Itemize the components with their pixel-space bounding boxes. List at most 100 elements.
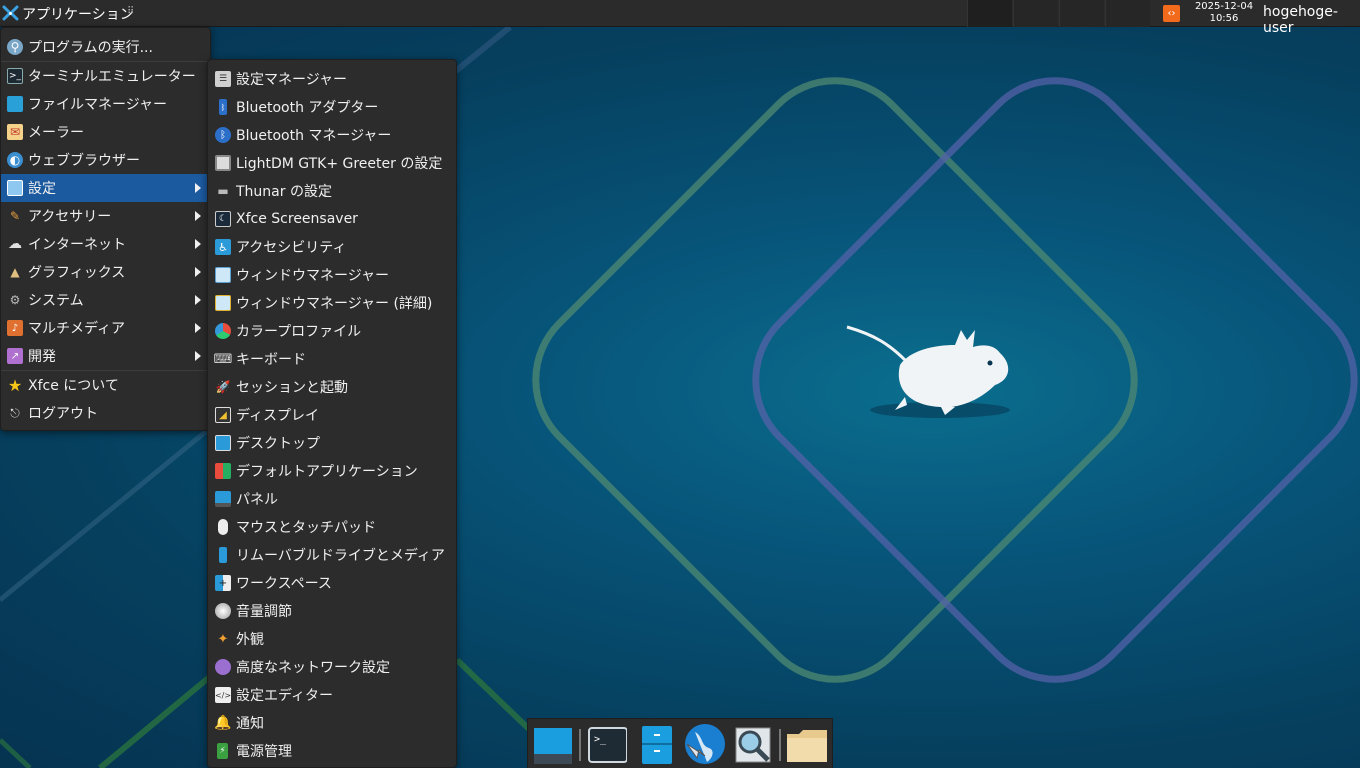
workspace-1[interactable]: [967, 0, 1012, 27]
submenu-item-label: Thunar の設定: [236, 184, 332, 200]
settings-manager-icon: ☰: [215, 71, 231, 87]
color-profile-icon: [215, 323, 231, 339]
submenu-item-settings-editor[interactable]: </> 設定エディター: [208, 681, 456, 709]
workspace-3[interactable]: [1059, 0, 1104, 27]
submenu-item-settings-manager[interactable]: ☰ 設定マネージャー: [208, 65, 456, 93]
menu-item-label: アクセサリー: [28, 209, 112, 225]
user-name[interactable]: hogehoge-user: [1263, 4, 1360, 36]
applications-menu-button[interactable]: アプリケーション: [0, 0, 134, 27]
menu-item-logout[interactable]: ⎋ ログアウト: [1, 399, 210, 427]
menu-item-system[interactable]: ⚙ システム: [1, 286, 210, 314]
menu-item-label: ウェブブラウザー: [28, 153, 140, 169]
submenu-item-bluetooth-manager[interactable]: ᛒ Bluetooth マネージャー: [208, 121, 456, 149]
submenu-item-label: セッションと起動: [236, 380, 348, 396]
submenu-item-window-manager[interactable]: ウィンドウマネージャー: [208, 261, 456, 289]
notification-plugin-icon[interactable]: ‹›: [1163, 5, 1180, 22]
submenu-item-display[interactable]: ◢ ディスプレイ: [208, 401, 456, 429]
file-manager-icon: [642, 726, 672, 764]
submenu-item-screensaver[interactable]: ☾ Xfce Screensaver: [208, 205, 456, 233]
submenu-item-power-manager[interactable]: ⚡ 電源管理: [208, 737, 456, 765]
submenu-item-appearance[interactable]: ✦ 外観: [208, 625, 456, 653]
clock[interactable]: 2025-12-04 10:56: [1190, 1, 1258, 25]
submenu-item-label: Bluetooth アダプター: [236, 100, 379, 116]
run-program-icon: ⚲: [7, 39, 23, 55]
accessibility-icon: ♿: [215, 239, 231, 255]
submenu-arrow-icon: [195, 267, 201, 277]
submenu-item-desktop[interactable]: デスクトップ: [208, 429, 456, 457]
bluetooth-icon: ᛒ: [215, 127, 231, 143]
top-panel: アプリケーション ⠿ ‹› 2025-12-04 10:56 hogehoge-…: [0, 0, 1360, 36]
submenu-item-accessibility[interactable]: ♿ アクセシビリティ: [208, 233, 456, 261]
menu-item-development[interactable]: ↗ 開発: [1, 342, 210, 370]
panel-handle-icon[interactable]: ⠿: [127, 6, 134, 20]
menu-item-label: 開発: [28, 349, 56, 365]
menu-item-settings[interactable]: 設定: [1, 174, 210, 202]
submenu-item-notifications[interactable]: 🔔 通知: [208, 709, 456, 737]
menu-item-mail[interactable]: ✉ メーラー: [1, 118, 210, 146]
dock-terminal[interactable]: >_: [585, 723, 629, 765]
notification-bell-icon: 🔔: [214, 715, 232, 731]
show-desktop-icon: [534, 728, 572, 764]
dock-show-desktop[interactable]: [530, 723, 574, 765]
menu-item-label: システム: [28, 293, 84, 309]
star-icon: ★: [7, 375, 23, 395]
menu-item-graphics[interactable]: ▲ グラフィックス: [1, 258, 210, 286]
submenu-item-label: パネル: [236, 492, 278, 508]
internet-icon: ☁: [8, 236, 22, 252]
dock-folder[interactable]: [785, 723, 829, 765]
dock-web-browser[interactable]: [681, 723, 725, 765]
submenu-item-bluetooth-adapter[interactable]: ᛒ Bluetooth アダプター: [208, 93, 456, 121]
menu-item-label: インターネット: [28, 237, 126, 253]
menu-item-terminal[interactable]: >_ ターミナルエミュレーター: [1, 62, 210, 90]
submenu-item-network[interactable]: 高度なネットワーク設定: [208, 653, 456, 681]
submenu-item-default-apps[interactable]: デフォルトアプリケーション: [208, 457, 456, 485]
menu-item-run-program[interactable]: ⚲ プログラムの実行...: [1, 33, 210, 61]
xfce-logo-icon: [2, 5, 19, 21]
clock-date: 2025-12-04: [1194, 1, 1254, 12]
submenu-item-session-startup[interactable]: 🚀 セッションと起動: [208, 373, 456, 401]
submenu-item-mouse-touchpad[interactable]: マウスとタッチパッド: [208, 513, 456, 541]
menu-item-accessories[interactable]: ✎ アクセサリー: [1, 202, 210, 230]
submenu-item-volume[interactable]: 音量調節: [208, 597, 456, 625]
submenu-item-label: デスクトップ: [236, 436, 320, 452]
mail-icon: ✉: [7, 124, 23, 140]
menu-item-internet[interactable]: ☁ インターネット: [1, 230, 210, 258]
development-icon: ↗: [7, 348, 23, 364]
settings-editor-icon: </>: [215, 687, 231, 703]
menu-item-label: Xfce について: [28, 378, 119, 394]
submenu-item-panel[interactable]: パネル: [208, 485, 456, 513]
folder-icon: [787, 730, 827, 762]
submenu-item-keyboard[interactable]: ⌨ キーボード: [208, 345, 456, 373]
workspace-4[interactable]: [1105, 0, 1150, 27]
menu-item-about-xfce[interactable]: ★ Xfce について: [1, 371, 210, 399]
dock-app-finder[interactable]: [730, 723, 774, 765]
session-startup-icon: 🚀: [215, 380, 231, 394]
dock-file-manager[interactable]: [634, 723, 678, 765]
svg-text:>_: >_: [594, 734, 607, 745]
display-icon: ◢: [215, 407, 231, 423]
workspace-2[interactable]: [1013, 0, 1058, 27]
submenu-arrow-icon: [195, 323, 201, 333]
submenu-item-label: 設定マネージャー: [236, 72, 348, 88]
submenu-item-label: Bluetooth マネージャー: [236, 128, 392, 144]
menu-item-file-manager[interactable]: ファイルマネージャー: [1, 90, 210, 118]
submenu-item-workspaces[interactable]: + ワークスペース: [208, 569, 456, 597]
submenu-item-label: 通知: [236, 716, 264, 732]
menu-item-web-browser[interactable]: ◐ ウェブブラウザー: [1, 146, 210, 174]
logout-icon: ⎋: [10, 405, 20, 420]
submenu-item-label: ウィンドウマネージャー: [236, 268, 390, 284]
file-manager-icon: [7, 96, 23, 112]
removable-drive-icon: [219, 547, 227, 563]
power-manager-icon: ⚡: [217, 743, 228, 759]
applications-menu: ⚲ プログラムの実行... >_ ターミナルエミュレーター ファイルマネージャー…: [0, 27, 211, 431]
submenu-item-thunar-settings[interactable]: ▬ Thunar の設定: [208, 177, 456, 205]
accessories-icon: ✎: [9, 209, 21, 223]
submenu-item-color-profile[interactable]: カラープロファイル: [208, 317, 456, 345]
submenu-item-removable-drives[interactable]: リムーバブルドライブとメディア: [208, 541, 456, 569]
screensaver-icon: ☾: [215, 211, 231, 227]
submenu-item-lightdm[interactable]: LightDM GTK+ Greeter の設定: [208, 149, 456, 177]
submenu-item-label: キーボード: [236, 352, 306, 368]
menu-item-multimedia[interactable]: ♪ マルチメディア: [1, 314, 210, 342]
submenu-item-window-manager-tweaks[interactable]: ウィンドウマネージャー (詳細): [208, 289, 456, 317]
appearance-icon: ✦: [217, 631, 229, 647]
